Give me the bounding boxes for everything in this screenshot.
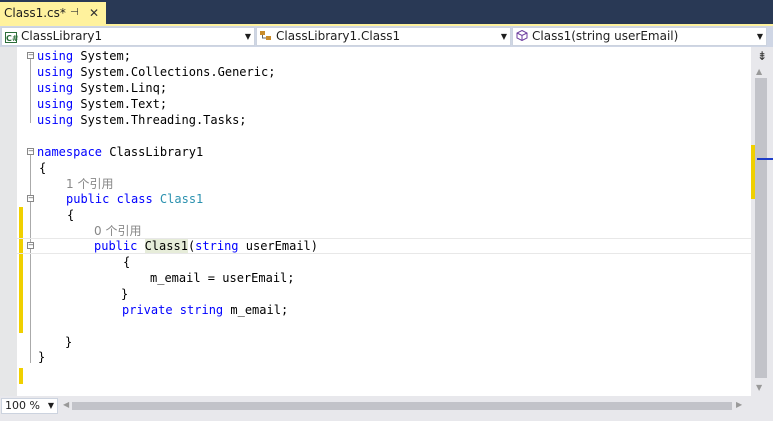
project-dropdown-label: ClassLibrary1 [21,29,103,43]
chevron-down-icon: ▼ [47,401,54,410]
code-line: } [65,335,73,349]
code-line: { [67,208,75,222]
project-dropdown[interactable]: C# ClassLibrary1 ▼ [1,27,255,46]
ctor-references-codelens[interactable]: 0 个引用 [94,223,141,239]
code-line: using System.Text; [37,97,168,111]
editor-bottom-bar: 100 % ▼ ◀ ▶ [0,396,773,421]
document-tab-strip: Class1.cs* ⊣ ✕ [0,0,773,24]
code-editor[interactable]: − − − − using System; using System.Colle… [0,47,751,396]
code-line: { [123,255,131,269]
pin-icon[interactable]: ⊣ [70,2,79,24]
method-icon [516,29,528,42]
indicator-margin [0,47,17,396]
zoom-dropdown[interactable]: 100 % ▼ [1,398,58,414]
member-dropdown-label: Class1(string userEmail) [532,29,679,43]
scroll-thumb[interactable] [755,78,767,378]
code-line: public Class1(string userEmail) [94,239,319,253]
code-line: { [39,161,47,175]
vertical-scrollbar[interactable]: ⇟ ▲ ▼ [751,47,773,396]
scroll-down-icon[interactable]: ▼ [756,383,762,392]
code-line: public class Class1 [66,192,204,206]
tab-class1-cs[interactable]: Class1.cs* ⊣ ✕ [0,2,106,24]
csharp-project-icon: C# [5,32,19,43]
code-line: } [38,350,46,364]
code-line: using System; [37,49,131,63]
type-dropdown-label: ClassLibrary1.Class1 [276,29,401,43]
scroll-up-icon[interactable]: ▲ [756,67,762,76]
scroll-left-icon[interactable]: ◀ [63,400,69,409]
change-marker [751,145,755,199]
tab-title: Class1.cs* [4,6,66,20]
code-line: namespace ClassLibrary1 [37,145,204,159]
horizontal-scroll-thumb[interactable] [72,402,732,410]
code-line: } [121,287,129,301]
chevron-down-icon: ▼ [244,32,251,41]
type-dropdown[interactable]: ClassLibrary1.Class1 ▼ [256,27,511,46]
close-icon[interactable]: ✕ [89,2,99,24]
member-dropdown[interactable]: Class1(string userEmail) ▼ [512,27,767,46]
class-references-codelens[interactable]: 1 个引用 [66,176,113,192]
class-icon [260,30,272,41]
splitter-icon[interactable]: ⇟ [751,47,773,65]
code-text-area[interactable]: using System; using System.Collections.G… [17,47,751,396]
code-line: using System.Linq; [37,81,168,95]
code-line: using System.Collections.Generic; [37,65,276,79]
caret-position-marker [757,158,773,160]
chevron-down-icon: ▼ [500,32,507,41]
code-line: m_email = userEmail; [150,271,295,285]
code-line: using System.Threading.Tasks; [37,113,247,127]
scroll-right-icon[interactable]: ▶ [736,400,742,409]
zoom-level: 100 % [5,399,40,412]
navigation-bar: C# ClassLibrary1 ▼ ClassLibrary1.Class1 ▼… [0,26,773,47]
chevron-down-icon: ▼ [756,32,763,41]
horizontal-scrollbar[interactable]: ◀ ▶ [60,398,751,414]
code-line: private string m_email; [122,303,289,317]
